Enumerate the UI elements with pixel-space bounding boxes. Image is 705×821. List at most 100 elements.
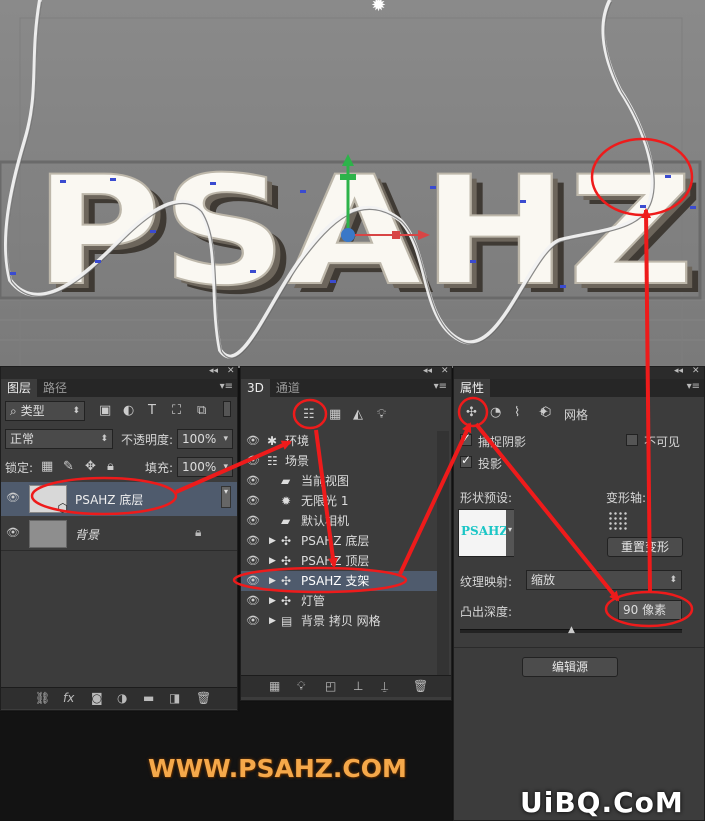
tree-item-psahz-top[interactable]: 👁︎ ▶ ✣ PSAHZ 顶层 bbox=[241, 551, 437, 571]
deform-axis-grid[interactable] bbox=[608, 511, 628, 531]
tree-item-infinite-light[interactable]: 👁︎ ✹ 无限光 1 bbox=[241, 491, 437, 511]
fx-icon[interactable]: fx bbox=[63, 691, 74, 705]
expand-arrow-icon[interactable]: ▶ bbox=[269, 531, 276, 551]
filter-shape-icon[interactable]: ⛶ bbox=[172, 403, 181, 419]
layer-scroll-icon[interactable]: ▾ bbox=[221, 486, 231, 508]
tab-layers[interactable]: 图层 bbox=[1, 379, 38, 397]
eye-icon[interactable]: 👁︎ bbox=[245, 551, 261, 571]
tree-item-scene[interactable]: 👁︎ ☷ 场景 bbox=[241, 451, 437, 471]
tree-item-current-view[interactable]: 👁︎ ▰ 当前视图 bbox=[241, 471, 437, 491]
adjustment-icon[interactable]: ◑ bbox=[117, 691, 127, 705]
filter-smart-object-icon[interactable]: ⧉ bbox=[197, 403, 206, 419]
tree-item-psahz-support[interactable]: 👁︎ ▶ ✣ PSAHZ 支架 bbox=[241, 571, 437, 591]
eye-icon[interactable]: 👁︎ bbox=[245, 471, 261, 491]
canvas-scene: PSAHZ PSAHZ PSAHZ bbox=[0, 0, 705, 368]
drop-icon[interactable]: ⍊ bbox=[381, 679, 388, 694]
mesh-icon: ✣ bbox=[281, 574, 292, 588]
tab-3d[interactable]: 3D bbox=[241, 379, 270, 397]
panel-menu-icon[interactable]: ▾≡ bbox=[220, 381, 233, 392]
tree-item-default-camera[interactable]: 👁︎ ▰ 默认相机 bbox=[241, 511, 437, 531]
tree-item-environment[interactable]: 👁︎ ✱ 环境 bbox=[241, 431, 437, 451]
texture-map-dropdown[interactable]: 缩放 ⬍ bbox=[526, 570, 682, 590]
collapse-icon[interactable]: ◂◂ bbox=[674, 366, 683, 376]
lock-paint-icon[interactable]: ✎ bbox=[63, 459, 74, 475]
tree-item-psahz-bottom[interactable]: 👁︎ ▶ ✣ PSAHZ 底层 bbox=[241, 531, 437, 551]
eye-icon[interactable]: 👁︎ bbox=[245, 591, 261, 611]
catch-shadow-label: 捕捉阴影 bbox=[478, 435, 527, 449]
eye-icon[interactable]: 👁︎ bbox=[245, 491, 261, 511]
reset-deform-button[interactable]: 重置变形 bbox=[607, 537, 683, 557]
new-light-icon[interactable]: 💡︎ bbox=[297, 679, 305, 694]
close-icon[interactable]: ✕ bbox=[692, 366, 700, 376]
expand-arrow-icon[interactable]: ▶ bbox=[269, 571, 276, 591]
tree-item-tube[interactable]: 👁︎ ▶ ✣ 灯管 bbox=[241, 591, 437, 611]
light-sun-icon[interactable]: ✹ bbox=[371, 0, 386, 15]
filter-text-icon[interactable]: T bbox=[148, 403, 156, 419]
extrusion-depth-field[interactable]: 90 像素 bbox=[618, 600, 682, 620]
filter-scene-icon[interactable]: ☷ bbox=[303, 407, 315, 423]
mesh-grid-icon[interactable]: ⬡ bbox=[540, 405, 551, 421]
eye-icon[interactable]: 👁︎ bbox=[245, 571, 261, 591]
ground-icon[interactable]: ⊥ bbox=[353, 679, 363, 693]
panel-menu-icon[interactable]: ▾≡ bbox=[434, 381, 447, 392]
layers-panel: ◂◂ ✕ 图层 路径 ▾≡ ⌕ 类型 ⬍ ▣ ◐ T ⛶ ⧉ 正常 ⬍ 不透明度: 1… bbox=[0, 366, 238, 711]
group-icon[interactable]: ▬ bbox=[143, 691, 154, 705]
layer-row[interactable]: 👁︎ 背景 🔒︎ bbox=[1, 517, 237, 551]
tab-channels[interactable]: 通道 bbox=[270, 379, 306, 397]
collapse-icon[interactable]: ◂◂ bbox=[209, 366, 218, 376]
trash-icon[interactable]: 🗑︎ bbox=[413, 679, 428, 693]
lock-move-icon[interactable]: ✥ bbox=[85, 459, 96, 475]
eye-icon[interactable]: 👁︎ bbox=[245, 611, 261, 631]
collapse-icon[interactable]: ◂◂ bbox=[423, 366, 432, 376]
mesh-mode-label: 网格 bbox=[564, 408, 589, 422]
layer-thumbnail bbox=[29, 520, 67, 548]
eye-icon[interactable]: 👁︎ bbox=[5, 491, 21, 504]
tree-item-background-mesh[interactable]: 👁︎ ▶ ▤ 背景 拷贝 网格 bbox=[241, 611, 437, 631]
render-icon[interactable]: ◰ bbox=[325, 679, 336, 693]
eye-icon[interactable]: 👁︎ bbox=[5, 526, 21, 539]
new-layer-icon[interactable]: ◨ bbox=[169, 691, 180, 705]
edit-source-button[interactable]: 编辑源 bbox=[522, 657, 618, 677]
shape-preset-picker[interactable]: PSAHZ ▾ bbox=[458, 509, 514, 557]
filter-toggle-icon[interactable] bbox=[223, 401, 231, 417]
extrusion-depth-label: 凸出深度: bbox=[460, 605, 513, 619]
eye-icon[interactable]: 👁︎ bbox=[245, 511, 261, 531]
extrusion-depth-slider[interactable]: ▲ bbox=[460, 625, 682, 635]
trash-icon[interactable]: 🗑︎ bbox=[196, 691, 211, 705]
mesh-mode-icon[interactable]: ✣ bbox=[466, 405, 477, 421]
3d-canvas[interactable]: PSAHZ PSAHZ PSAHZ ✹ bbox=[0, 0, 705, 368]
new-mesh-icon[interactable]: ▦ bbox=[269, 679, 280, 693]
catch-shadow-checkbox[interactable] bbox=[460, 431, 472, 446]
eye-icon[interactable]: 👁︎ bbox=[245, 431, 261, 451]
slider-thumb[interactable]: ▲ bbox=[568, 625, 575, 635]
filter-material-icon[interactable]: ◭ bbox=[353, 407, 363, 423]
filter-image-icon[interactable]: ▣ bbox=[99, 403, 111, 419]
3d-scrollbar[interactable] bbox=[437, 431, 449, 681]
blend-mode-dropdown[interactable]: 正常 ⬍ bbox=[5, 429, 113, 449]
filter-adjustment-icon[interactable]: ◐ bbox=[123, 403, 134, 419]
mask-icon[interactable]: ◙ bbox=[91, 691, 103, 705]
eye-icon[interactable]: 👁︎ bbox=[245, 451, 261, 471]
expand-arrow-icon[interactable]: ▶ bbox=[269, 611, 276, 631]
tab-paths[interactable]: 路径 bbox=[37, 379, 73, 397]
panel-menu-icon[interactable]: ▾≡ bbox=[687, 381, 700, 392]
opacity-field[interactable]: 100% ▾ bbox=[177, 429, 233, 449]
cap-icon[interactable]: ⌇ bbox=[514, 405, 520, 421]
eye-icon[interactable]: 👁︎ bbox=[245, 531, 261, 551]
close-icon[interactable]: ✕ bbox=[227, 366, 235, 376]
expand-arrow-icon[interactable]: ▶ bbox=[269, 591, 276, 611]
lock-transparency-icon[interactable]: ▦ bbox=[41, 459, 53, 475]
lock-all-icon[interactable]: 🔒︎ bbox=[107, 459, 114, 475]
cast-shadow-checkbox[interactable] bbox=[460, 453, 472, 468]
filter-kind-dropdown[interactable]: ⌕ 类型 ⬍ bbox=[5, 401, 85, 421]
deform-icon[interactable]: ◔ bbox=[490, 405, 501, 421]
expand-arrow-icon[interactable]: ▶ bbox=[269, 551, 276, 571]
layer-row[interactable]: 👁︎ ⬡ PSAHZ 底层 ▾ bbox=[1, 482, 237, 516]
filter-light-icon[interactable]: 💡︎ bbox=[377, 407, 386, 423]
invisible-checkbox[interactable] bbox=[626, 434, 638, 446]
fill-field[interactable]: 100% ▾ bbox=[177, 457, 233, 477]
filter-mesh-icon[interactable]: ▦ bbox=[329, 407, 341, 423]
tab-properties[interactable]: 属性 bbox=[454, 379, 491, 397]
close-icon[interactable]: ✕ bbox=[441, 366, 449, 376]
link-icon[interactable]: ⛓ bbox=[35, 691, 50, 705]
